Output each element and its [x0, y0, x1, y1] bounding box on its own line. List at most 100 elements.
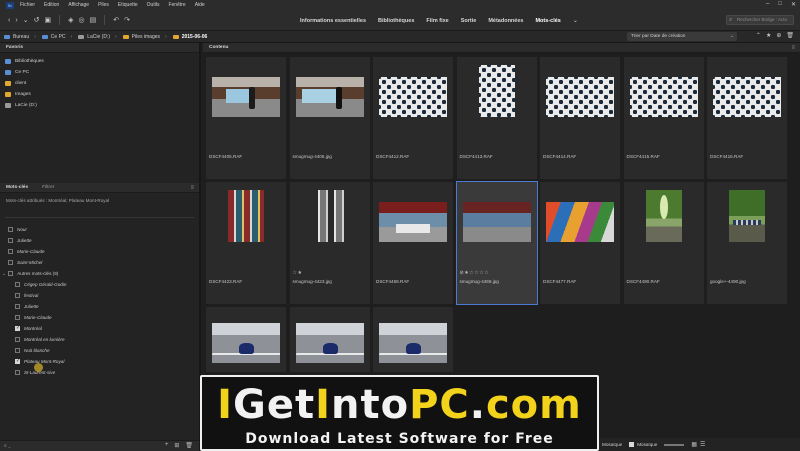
- star-rating[interactable]: ⊘★☆☆☆☆: [460, 270, 490, 276]
- tab-favorites[interactable]: Favoris: [6, 45, 23, 50]
- new-subkeyword-icon[interactable]: ⊞: [174, 442, 179, 449]
- thumbnail-cell[interactable]: DSCF4412.RAF: [373, 57, 453, 179]
- list-view-icon[interactable]: ☰: [700, 441, 705, 448]
- tab-content[interactable]: Contenu: [209, 45, 228, 50]
- thumbnail-image[interactable]: [295, 77, 364, 117]
- thumbnail-cell[interactable]: ⊘★☆☆☆☆ smugmug-4469.jpg: [455, 181, 538, 305]
- tab-keywords[interactable]: Mots-clés: [6, 185, 28, 190]
- output-icon[interactable]: ▤: [90, 16, 97, 25]
- menu-outils[interactable]: Outils: [147, 2, 160, 8]
- thumbnail-image[interactable]: [729, 190, 765, 242]
- thumbnail-image[interactable]: [629, 77, 698, 117]
- star-filter-icon[interactable]: ★: [766, 32, 771, 39]
- grid-view-icon[interactable]: ▦: [691, 441, 697, 448]
- keyword-item[interactable]: Montréal en lumière: [0, 334, 199, 345]
- keyword-item[interactable]: festival: [0, 290, 199, 301]
- keyword-search-input[interactable]: [5, 209, 194, 218]
- new-folder-icon[interactable]: ⊕: [776, 32, 781, 39]
- menu-affichage[interactable]: Affichage: [68, 2, 89, 8]
- keyword-checkbox[interactable]: [15, 370, 20, 375]
- search-icon[interactable]: ⌕ ⌄: [4, 443, 11, 449]
- thumbnail-image[interactable]: [212, 77, 280, 117]
- keyword-checkbox[interactable]: [15, 293, 20, 298]
- keyword-checkbox[interactable]: [8, 227, 13, 232]
- keyword-checkbox[interactable]: [15, 315, 20, 320]
- thumbnail-cell[interactable]: [206, 307, 286, 372]
- thumbnail-image[interactable]: [645, 190, 682, 242]
- thumbnail-image[interactable]: [546, 77, 614, 117]
- keyword-checkbox[interactable]: [8, 260, 13, 265]
- menu-etiquette[interactable]: Etiquette: [118, 2, 138, 8]
- workspace-keywords[interactable]: Mots-clés: [535, 18, 560, 24]
- star-rating[interactable]: ☆★: [293, 270, 303, 276]
- thumbnail-cell[interactable]: DSCF4415.RAF: [623, 57, 704, 179]
- thumbnail-cell[interactable]: ☆★ smugmug-4423.jpg: [289, 182, 370, 304]
- thumbnail-cell[interactable]: DSCF4490.RAF: [623, 182, 704, 304]
- thumbnail-cell[interactable]: DSCF4414.RAF: [540, 57, 620, 179]
- forward-icon[interactable]: ›: [15, 16, 17, 25]
- favorite-item-lacie[interactable]: LaCie (D:): [0, 100, 199, 111]
- keyword-item[interactable]: Marie-Claude: [0, 312, 199, 323]
- keyword-item[interactable]: Plateau Mont-Royal: [0, 356, 199, 367]
- breadcrumb-item-current-folder[interactable]: 2015-06-06: [172, 34, 207, 40]
- rotate-right-icon[interactable]: ↷: [124, 16, 130, 25]
- keyword-item[interactable]: Nuit blanche: [0, 345, 199, 356]
- thumbnail-image[interactable]: [379, 77, 447, 117]
- back-icon[interactable]: ‹: [8, 16, 10, 25]
- keyword-item[interactable]: Cégep Gérald-Godin: [0, 279, 199, 290]
- keyword-checkbox[interactable]: [8, 271, 14, 276]
- thumbnail-cell[interactable]: DSCF4405.RAF: [206, 57, 286, 179]
- thumbnail-cell[interactable]: smugmug-4405.jpg: [289, 57, 370, 179]
- keyword-item[interactable]: Marie-Claude: [0, 246, 199, 257]
- thumbnail-cell[interactable]: [373, 307, 453, 372]
- tab-filter[interactable]: Filtrer: [42, 185, 54, 190]
- maximize-icon[interactable]: □: [778, 1, 782, 8]
- sort-dropdown[interactable]: Trier par Date de création ⌄: [627, 32, 737, 41]
- keyword-group-other[interactable]: ⌄ Autres mots-clés (9): [0, 268, 199, 279]
- minimize-icon[interactable]: –: [766, 1, 769, 8]
- keyword-item[interactable]: St-Laurent-sive: [0, 367, 199, 378]
- workspace-output[interactable]: Sortie: [461, 18, 477, 24]
- chevron-down-icon[interactable]: ⌄: [2, 271, 6, 277]
- workspace-libraries[interactable]: Bibliothèques: [378, 18, 414, 24]
- camera-download-icon[interactable]: ▣: [44, 16, 51, 25]
- workspace-metadata[interactable]: Métadonnées: [488, 18, 523, 24]
- thumbnail-size-slider[interactable]: [664, 443, 685, 446]
- workspace-essentials[interactable]: Informations essentielles: [300, 18, 366, 24]
- thumbnail-image[interactable]: [478, 65, 515, 117]
- thumbnail-image[interactable]: [462, 202, 531, 242]
- breadcrumb-item-ce-pc[interactable]: Ce PC ›: [41, 34, 72, 40]
- rotate-left-icon[interactable]: ↶: [113, 16, 119, 25]
- workspace-filmstrip[interactable]: Film fixe: [426, 18, 448, 24]
- keyword-checkbox-checked[interactable]: [15, 358, 20, 364]
- thumbnail-cell[interactable]: DSCF4416.RAF: [707, 57, 787, 179]
- thumbnail-image[interactable]: [311, 190, 348, 242]
- favorite-item-ce-pc[interactable]: Ce PC: [0, 67, 199, 78]
- keyword-item[interactable]: Juliette: [0, 301, 199, 312]
- favorite-item-libraries[interactable]: Bibliothèques: [0, 56, 199, 67]
- thumbnail-image[interactable]: [228, 190, 264, 242]
- keyword-checkbox[interactable]: [15, 282, 20, 287]
- keyword-checkbox-checked[interactable]: [15, 325, 20, 331]
- menu-piles[interactable]: Piles: [98, 2, 109, 8]
- keyword-checkbox[interactable]: [15, 348, 20, 353]
- menu-aide[interactable]: Aide: [195, 2, 205, 8]
- panel-menu-icon[interactable]: ≡: [791, 43, 795, 53]
- keyword-checkbox[interactable]: [15, 304, 20, 309]
- new-keyword-icon[interactable]: +: [165, 442, 169, 449]
- delete-keyword-icon[interactable]: 🗑: [185, 442, 193, 449]
- keyword-item[interactable]: Montréal: [0, 323, 199, 334]
- sort-direction-icon[interactable]: ⌃: [756, 32, 761, 39]
- keyword-checkbox[interactable]: [8, 238, 13, 243]
- thumbnail-image[interactable]: [379, 323, 447, 363]
- thumbnail-image[interactable]: [546, 202, 614, 242]
- open-camera-raw-icon[interactable]: ◎: [78, 16, 84, 25]
- thumbnail-image[interactable]: [212, 323, 280, 363]
- keyword-checkbox[interactable]: [8, 249, 13, 254]
- boomerang-icon[interactable]: ↺: [34, 16, 40, 25]
- delete-icon[interactable]: 🗑: [786, 32, 794, 39]
- breadcrumb-item-bureau[interactable]: Bureau ›: [4, 34, 36, 40]
- thumbnail-cell[interactable]: DSCF4477.RAF: [540, 182, 620, 304]
- thumbnail-cell[interactable]: DSCF4469.RAF: [373, 182, 453, 304]
- favorite-item-client[interactable]: client: [0, 78, 199, 89]
